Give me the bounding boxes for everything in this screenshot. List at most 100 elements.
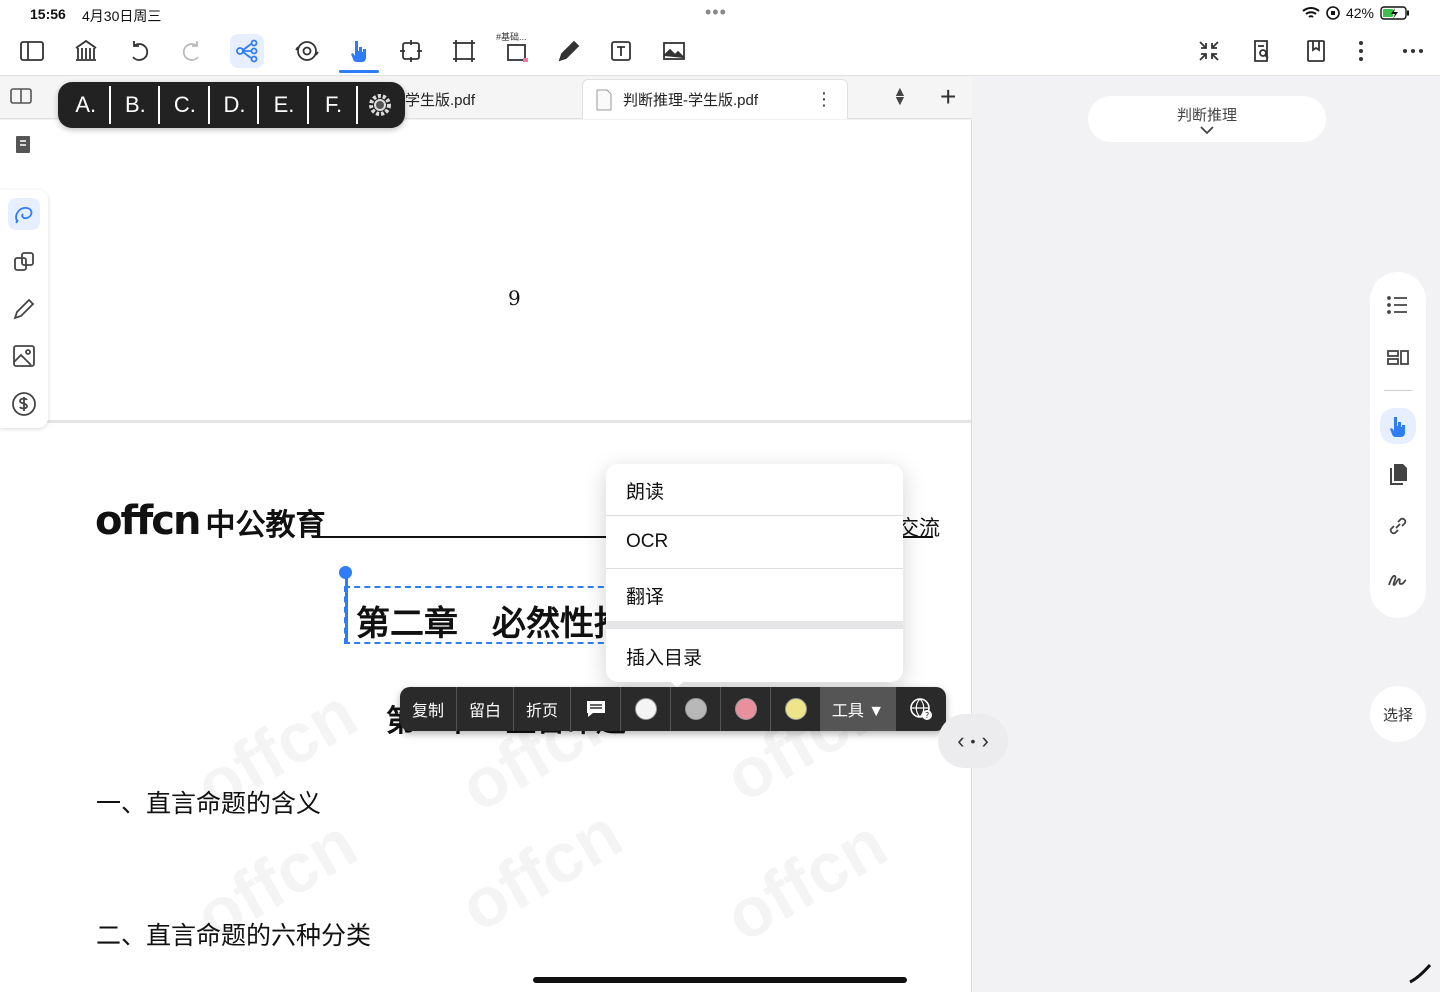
link-button[interactable] — [1384, 512, 1412, 540]
select-button[interactable]: 选择 — [1370, 686, 1426, 742]
chapter-title: 第二章 必然性推 — [356, 604, 614, 644]
comment-button[interactable] — [571, 687, 621, 731]
right-sidebar — [1370, 272, 1426, 618]
collapse-icon — [1199, 41, 1219, 61]
layout-button[interactable] — [1384, 343, 1412, 371]
pencil-icon — [13, 298, 35, 320]
document-selector[interactable]: 判断推理 — [1088, 96, 1326, 142]
web-search-button[interactable]: ? — [896, 687, 946, 731]
hand-mode-button[interactable] — [1380, 408, 1416, 444]
crop-icon — [453, 40, 475, 62]
logo-text: 中公教育 — [205, 508, 326, 543]
pages-button[interactable] — [1384, 460, 1412, 488]
highlight-white-button[interactable] — [621, 687, 671, 731]
outline-button[interactable] — [1384, 291, 1412, 319]
search-doc-button[interactable] — [1245, 34, 1279, 68]
menu-translate[interactable]: 翻译 — [606, 569, 903, 621]
text-action-menu: 朗读 OCR 翻译 插入目录 — [606, 464, 903, 682]
sidebar-toggle-button[interactable] — [15, 34, 49, 68]
option-b-button[interactable]: B. — [113, 86, 161, 124]
dollar-icon — [12, 392, 36, 416]
tab-student-pdf[interactable]: 学生版.pdf — [405, 79, 475, 119]
layout-icon — [1387, 350, 1409, 365]
search-doc-icon — [1254, 40, 1269, 62]
mindmap-icon — [236, 39, 258, 63]
copy-icon — [14, 252, 34, 271]
option-e-button[interactable]: E. — [261, 86, 309, 124]
tab-judgment-pdf[interactable]: 判断推理-学生版.pdf ⋮ — [582, 79, 848, 119]
option-f-button[interactable]: F. — [311, 86, 359, 124]
wifi-icon — [1302, 7, 1320, 18]
image-icon — [663, 42, 685, 60]
copy-tool-button[interactable] — [8, 246, 40, 278]
highlight-gray-button[interactable] — [671, 687, 721, 731]
add-tab-icon[interactable]: + — [940, 81, 956, 113]
more-vertical-icon — [1359, 41, 1363, 61]
crop-tag-button[interactable]: #基础... — [496, 32, 534, 68]
chevron-left-icon[interactable]: ‹ — [957, 728, 964, 754]
redo-button[interactable] — [175, 34, 209, 68]
battery-percent: 42% — [1345, 5, 1374, 21]
option-c-button[interactable]: C. — [162, 86, 210, 124]
highlight-pink-button[interactable] — [721, 687, 771, 731]
expand-button[interactable] — [394, 34, 428, 68]
pencil-tool-button[interactable] — [8, 293, 40, 325]
page-nav-pill[interactable]: ‹ • › — [938, 714, 1008, 768]
sync-button[interactable] — [290, 34, 324, 68]
more-vertical-button[interactable] — [1344, 34, 1378, 68]
multitask-dots-icon[interactable]: ••• — [705, 2, 727, 23]
menu-read-aloud[interactable]: 朗读 — [606, 464, 903, 516]
home-indicator[interactable] — [533, 977, 907, 983]
signature-icon — [1388, 574, 1407, 586]
bookmark-button[interactable] — [1299, 34, 1333, 68]
more-horizontal-button[interactable] — [1396, 34, 1430, 68]
answer-option-bar: A. B. C. D. E. F. — [58, 82, 405, 128]
blank-space-button[interactable]: 留白 — [457, 687, 514, 731]
fold-page-button[interactable]: 折页 — [514, 687, 571, 731]
offcn-logo: offcn 中公教育 — [95, 498, 326, 544]
notebook-icon — [16, 136, 30, 153]
tab-label: 学生版.pdf — [405, 91, 476, 109]
copy-button[interactable]: 复制 — [400, 687, 457, 731]
selection-handle-bar — [345, 574, 348, 644]
sidebar-icon — [20, 41, 44, 61]
color-swatch-yellow — [784, 698, 807, 720]
pencil-indicator-icon — [1408, 962, 1434, 989]
library-button[interactable] — [69, 34, 103, 68]
signature-button[interactable] — [1384, 564, 1412, 592]
page-separator — [0, 420, 971, 423]
menu-insert-toc[interactable]: 插入目录 — [606, 630, 903, 682]
text-box-icon — [611, 41, 631, 61]
split-view-button[interactable] — [10, 87, 32, 110]
crop-tag-label: #基础... — [496, 32, 527, 42]
mindmap-button[interactable] — [230, 34, 264, 68]
notebook-button[interactable] — [12, 134, 34, 161]
option-settings-button[interactable] — [360, 86, 400, 124]
tools-dropdown-button[interactable]: 工具 ▼ — [821, 687, 896, 731]
dollar-tool-button[interactable] — [8, 388, 40, 420]
option-d-button[interactable]: D. — [212, 86, 260, 124]
lasso-tool-button[interactable] — [8, 198, 40, 230]
menu-ocr[interactable]: OCR — [606, 516, 903, 568]
redo-icon — [182, 41, 199, 61]
image-button[interactable] — [657, 34, 691, 68]
chevron-right-icon[interactable]: › — [981, 728, 988, 754]
pen-button[interactable] — [552, 34, 586, 68]
highlight-yellow-button[interactable] — [771, 687, 821, 731]
undo-button[interactable] — [122, 34, 156, 68]
tab-more-icon[interactable]: ⋮ — [815, 89, 833, 110]
option-a-button[interactable]: A. — [63, 86, 111, 124]
image-tool-button[interactable] — [8, 340, 40, 372]
selection-handle[interactable] — [339, 566, 352, 579]
battery-icon — [1380, 6, 1409, 20]
text-box-button[interactable] — [604, 34, 638, 68]
selected-text-box[interactable]: 第二章 必然性推 — [344, 586, 614, 644]
collapse-button[interactable] — [1192, 34, 1226, 68]
page-number: 9 — [508, 286, 521, 310]
crop-button[interactable] — [447, 34, 481, 68]
watermark-logo: offcn — [711, 803, 899, 958]
heading-2: 二、直言命题的六种分类 — [96, 921, 372, 950]
hand-tool-button[interactable] — [339, 34, 379, 73]
undo-icon — [132, 41, 149, 61]
tab-sort-icon[interactable]: ▲ ▼ — [893, 84, 907, 107]
